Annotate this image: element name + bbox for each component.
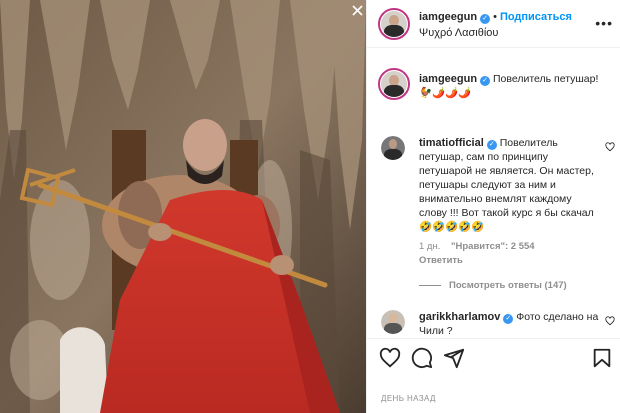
- verified-icon: ✓: [480, 14, 491, 24]
- replies-divider: [419, 284, 441, 286]
- share-icon[interactable]: [443, 347, 465, 369]
- action-bar: [367, 338, 620, 376]
- author-line: iamgeegun ✓ • Подписаться: [419, 11, 572, 24]
- post-photo[interactable]: [0, 0, 366, 413]
- commenter-username[interactable]: timatiofficial: [419, 137, 484, 149]
- more-icon[interactable]: •••: [595, 15, 613, 31]
- author-username[interactable]: iamgeegun: [419, 11, 477, 23]
- comment-icon[interactable]: [411, 347, 433, 369]
- comment-age[interactable]: 1 дн.: [419, 241, 440, 252]
- follow-button[interactable]: Подписаться: [500, 11, 572, 23]
- separator-dot: •: [493, 11, 497, 23]
- reply-button[interactable]: Ответить: [419, 255, 463, 266]
- verified-icon: ✓: [486, 140, 497, 150]
- post-location[interactable]: Ψυχρό Λασιθίου: [419, 27, 498, 39]
- commenter-avatar[interactable]: [381, 310, 405, 334]
- heart-icon[interactable]: [605, 142, 615, 152]
- caption-avatar[interactable]: [378, 68, 410, 100]
- view-replies-link[interactable]: Посмотреть ответы (147): [419, 280, 567, 291]
- comments-area[interactable]: iamgeegun ✓ Повелитель петушар! 🐓🌶️🌶️🌶️ t…: [367, 48, 620, 338]
- verified-icon: ✓: [480, 76, 491, 86]
- view-replies-label[interactable]: Посмотреть ответы (147): [449, 280, 567, 291]
- cave-photo-image: [0, 0, 366, 413]
- post-header: iamgeegun ✓ • Подписаться Ψυχρό Λασιθίου ••…: [367, 0, 620, 48]
- comment-meta: 1 дн. "Нравится": 2 554 Ответить: [419, 240, 601, 268]
- commenter-username[interactable]: garikkharlamov: [419, 311, 500, 323]
- commenter-avatar[interactable]: [381, 136, 405, 160]
- post-time-ago[interactable]: ДЕНЬ НАЗАД: [381, 394, 436, 403]
- bookmark-icon[interactable]: [591, 347, 613, 369]
- post-side-panel: iamgeegun ✓ • Подписаться Ψυχρό Λασιθίου ••…: [366, 0, 620, 413]
- close-icon[interactable]: [351, 4, 364, 17]
- heart-icon[interactable]: [605, 316, 615, 326]
- comment-likes[interactable]: "Нравится": 2 554: [451, 241, 535, 252]
- caption-username[interactable]: iamgeegun: [419, 73, 477, 85]
- verified-icon: ✓: [503, 314, 514, 324]
- comment-text: Повелитель петушар, сам по принципу пету…: [419, 137, 594, 233]
- heart-icon[interactable]: [379, 347, 401, 369]
- comment-item: timatiofficial ✓ Повелитель петушар, сам …: [381, 136, 615, 276]
- author-avatar[interactable]: [378, 8, 410, 40]
